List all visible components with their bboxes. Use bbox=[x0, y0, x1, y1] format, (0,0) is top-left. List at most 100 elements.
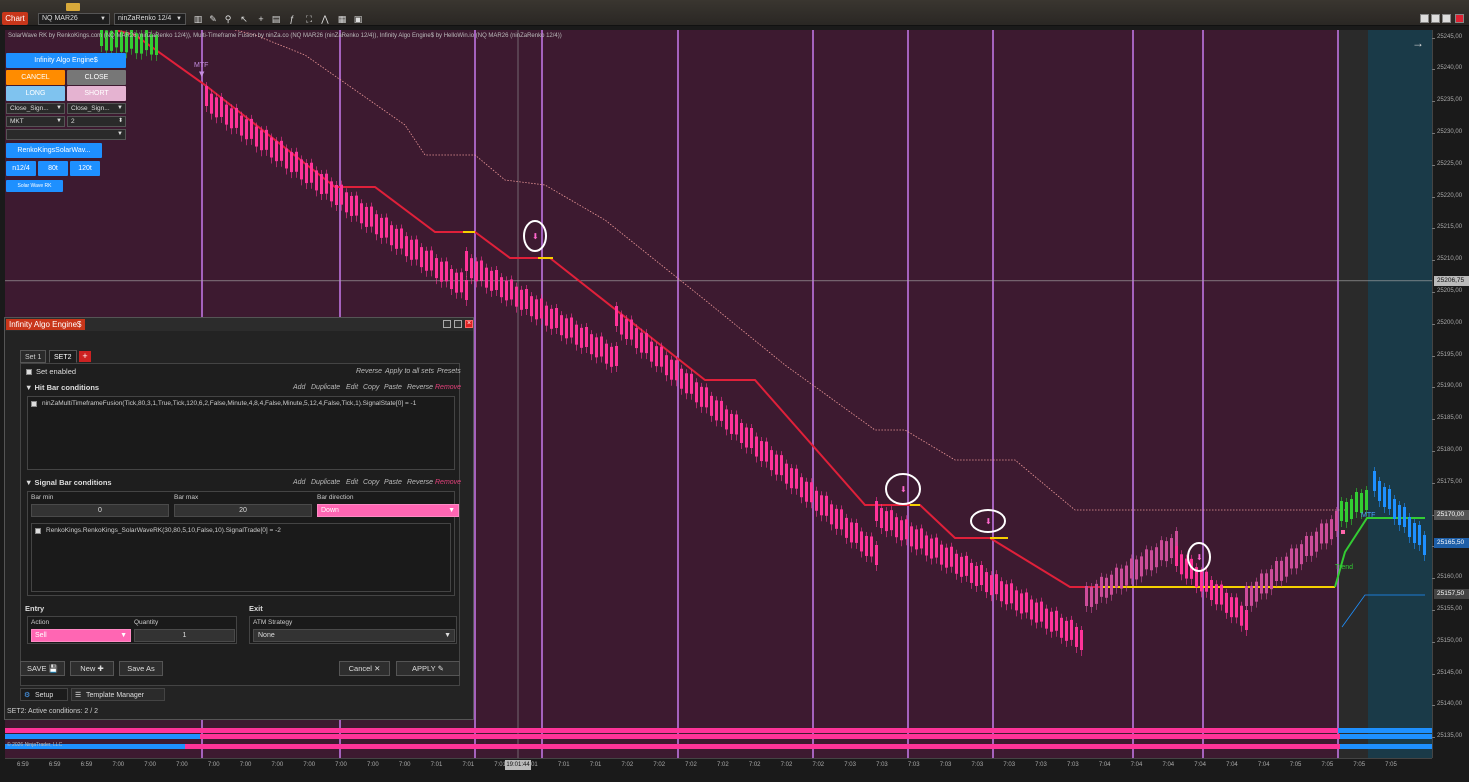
long-button[interactable]: LONG bbox=[6, 86, 65, 101]
data-box-icon[interactable]: ▤ bbox=[270, 13, 282, 25]
hit-add-link[interactable]: Add bbox=[293, 384, 305, 391]
instrument-selector[interactable]: NQ MAR26 ▼ bbox=[38, 13, 110, 25]
apply-button-label: APPLY bbox=[412, 664, 436, 673]
templates-icon[interactable]: ⋀ bbox=[319, 13, 331, 25]
close-signal-select-2[interactable]: Close_Sign... ▼ bbox=[67, 103, 126, 114]
mtf-label-2: MTF bbox=[1361, 512, 1376, 519]
quantity-input[interactable]: 1 bbox=[134, 629, 235, 642]
save-button[interactable]: SAVE 💾 bbox=[20, 661, 65, 676]
presets-link[interactable]: Presets bbox=[437, 368, 461, 375]
properties-icon[interactable]: ▦ bbox=[336, 13, 348, 25]
order-ticket-icon[interactable]: ▣ bbox=[352, 13, 364, 25]
algo-engine-button[interactable]: Infinity Algo Engine$ bbox=[6, 53, 126, 68]
sig-paste-link[interactable]: Paste bbox=[384, 479, 402, 486]
tick-120-button[interactable]: 120t bbox=[70, 161, 100, 176]
price-label: 25225,00 bbox=[1431, 160, 1463, 167]
save-as-button[interactable]: Save As bbox=[119, 661, 163, 676]
quantity-stepper[interactable]: 2 ⬍ bbox=[67, 116, 126, 127]
window-titlebar[interactable]: Infinity Algo Engine$ × bbox=[5, 318, 473, 331]
sig-add-link[interactable]: Add bbox=[293, 479, 305, 486]
teal-zone bbox=[1368, 30, 1432, 758]
time-axis[interactable]: 6:59 6:59 6:59 7:00 7:00 7:00 7:00 7:00 7:00 7:00… bbox=[5, 758, 1432, 782]
minimize-icon[interactable] bbox=[443, 320, 451, 328]
hit-bar-section-title[interactable]: ▼ Hit Bar conditions bbox=[25, 383, 99, 392]
tick-80-button[interactable]: 80t bbox=[38, 161, 68, 176]
sig-edit-link[interactable]: Edit bbox=[346, 479, 358, 486]
crosshair-icon[interactable]: + bbox=[255, 13, 267, 25]
bars-icon[interactable]: ▥ bbox=[192, 13, 204, 25]
chevron-down-icon: ▼ bbox=[117, 131, 123, 137]
tab-set-1[interactable]: Set 1 bbox=[20, 350, 47, 363]
close-icon[interactable] bbox=[1455, 14, 1464, 23]
close-position-button[interactable]: CLOSE bbox=[67, 70, 126, 85]
solar-wave-tag[interactable]: Solar Wave RK bbox=[6, 180, 63, 192]
price-axis[interactable]: 25245,00 25240,00 25235,00 25230,00 25225,00… bbox=[1431, 30, 1469, 758]
mtf-label: MTF bbox=[194, 62, 209, 69]
template-button[interactable]: RenkoKingsSolarWav... bbox=[6, 143, 102, 158]
entry-section-title: Entry bbox=[25, 604, 45, 613]
list-icon: ☰ bbox=[75, 692, 82, 699]
hit-copy-link[interactable]: Copy bbox=[363, 384, 379, 391]
arrow-right-icon[interactable]: → bbox=[1412, 36, 1424, 50]
instrument-selector-label: NQ MAR26 bbox=[42, 15, 78, 22]
signal-bar-section-title[interactable]: ▼ Signal Bar conditions bbox=[25, 478, 112, 487]
zoom-icon[interactable]: ⚲ bbox=[222, 13, 234, 25]
atm-strategy-select[interactable]: None ▼ bbox=[253, 629, 455, 642]
price-label: 25200,00 bbox=[1431, 319, 1463, 326]
hit-paste-link[interactable]: Paste bbox=[384, 384, 402, 391]
chart-window-tab[interactable]: Chart bbox=[2, 12, 28, 25]
set-enabled-checkbox[interactable] bbox=[26, 369, 32, 375]
apply-all-sets-link[interactable]: Apply to all sets bbox=[385, 368, 434, 375]
sell-arrow-icon: ⬇ bbox=[900, 485, 907, 494]
strategies-icon[interactable]: ⛶ bbox=[303, 13, 315, 25]
bar-type-selector[interactable]: ninZaRenko 12/4 ▼ bbox=[114, 13, 186, 25]
sig-duplicate-link[interactable]: Duplicate bbox=[311, 479, 340, 486]
close-signal-select-1[interactable]: Close_Sign... ▼ bbox=[6, 103, 65, 114]
hit-reverse-link[interactable]: Reverse bbox=[407, 384, 433, 391]
time-label: 7:00 bbox=[176, 762, 188, 768]
sig-remove-link[interactable]: Remove bbox=[435, 479, 461, 486]
bar-max-input[interactable]: 20 bbox=[174, 504, 312, 517]
action-select[interactable]: Sell ▼ bbox=[31, 629, 131, 642]
draw-tool-icon[interactable]: ✎ bbox=[207, 13, 219, 25]
maximize-icon[interactable] bbox=[1442, 14, 1451, 23]
restore-icon[interactable] bbox=[1431, 14, 1440, 23]
hit-remove-link[interactable]: Remove bbox=[435, 384, 461, 391]
close-signal-select-1-value: Close_Sign... bbox=[10, 105, 49, 112]
short-button[interactable]: SHORT bbox=[67, 86, 126, 101]
template-manager-tab[interactable]: ☰ Template Manager bbox=[71, 688, 165, 701]
time-label: 7:04 bbox=[1162, 762, 1175, 768]
hit-edit-link[interactable]: Edit bbox=[346, 384, 358, 391]
minimize-icon[interactable] bbox=[1420, 14, 1429, 23]
order-type-select[interactable]: MKT ▼ bbox=[6, 116, 65, 127]
indicator-legend: SolarWave RK by RenkoKings.com (NQ MAR26… bbox=[8, 33, 562, 39]
tab-set-2[interactable]: SET2 bbox=[49, 350, 77, 363]
close-icon[interactable]: × bbox=[465, 320, 473, 328]
setup-tab[interactable]: ⚙ Setup bbox=[20, 688, 68, 701]
time-cursor-badge: 19:01:44 bbox=[505, 760, 531, 770]
bar-type-button[interactable]: n12/4 bbox=[6, 161, 36, 176]
atm-select[interactable]: ▼ bbox=[6, 129, 126, 140]
sig-copy-link[interactable]: Copy bbox=[363, 479, 379, 486]
cancel-button[interactable]: Cancel ✕ bbox=[339, 661, 390, 676]
indicators-icon[interactable]: ƒ bbox=[286, 13, 298, 25]
cancel-orders-button[interactable]: CANCEL bbox=[6, 70, 65, 85]
maximize-icon[interactable] bbox=[454, 320, 462, 328]
copyright-text: © 2026 NinjaTrader, LLC bbox=[7, 742, 63, 748]
apply-button[interactable]: APPLY ✎ bbox=[396, 661, 460, 676]
new-button[interactable]: New ✚ bbox=[70, 661, 114, 676]
signal-condition-item[interactable]: RenkoKings.RenkoKings_SolarWaveRK(30,80,… bbox=[46, 527, 281, 534]
hit-condition-checkbox[interactable] bbox=[31, 401, 37, 407]
reverse-set-link[interactable]: Reverse bbox=[356, 368, 382, 375]
new-button-label: New bbox=[80, 664, 96, 673]
hit-duplicate-link[interactable]: Duplicate bbox=[311, 384, 340, 391]
add-tab-button[interactable]: + bbox=[79, 351, 91, 362]
signal-condition-checkbox[interactable] bbox=[35, 528, 41, 534]
folder-icon[interactable] bbox=[66, 3, 80, 11]
sell-arrow-icon: ⬇ bbox=[985, 517, 992, 526]
bar-min-input[interactable]: 0 bbox=[31, 504, 169, 517]
bar-direction-select[interactable]: Down ▼ bbox=[317, 504, 459, 517]
hit-condition-item[interactable]: ninZaMultiTimeframeFusion(Tick,80,3,1,Tr… bbox=[42, 400, 416, 407]
cursor-icon[interactable]: ↖ bbox=[238, 13, 250, 25]
sig-reverse-link[interactable]: Reverse bbox=[407, 479, 433, 486]
